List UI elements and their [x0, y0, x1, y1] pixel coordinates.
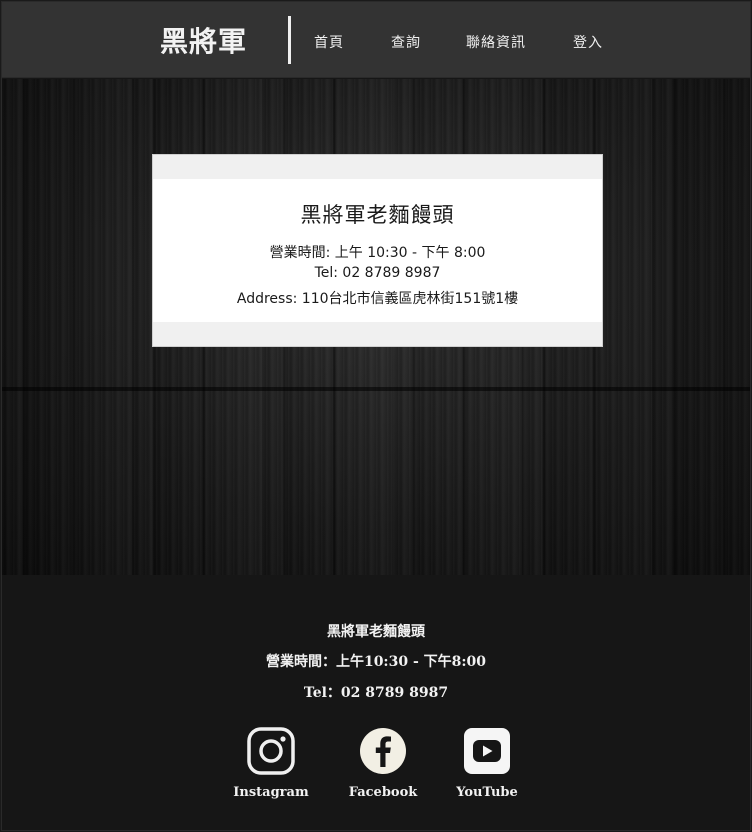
card-hours: 營業時間: 上午 10:30 - 下午 8:00 [269, 245, 486, 261]
site-logo[interactable]: 黑將軍 [160, 20, 247, 60]
youtube-label: YouTube [456, 785, 518, 800]
card-address: Address: 110台北市信義區虎林街151號1樓 [236, 291, 519, 307]
facebook-link[interactable]: Facebook [338, 727, 428, 800]
youtube-icon [464, 728, 510, 774]
card-title: 黑將軍老麵饅頭 [300, 203, 455, 227]
info-card: 黑將軍老麵饅頭 營業時間: 上午 10:30 - 下午 8:00 Tel: 02… [152, 154, 603, 347]
header: 黑將軍 首頁 查詢 聯絡資訊 登入 [2, 2, 750, 78]
instagram-label: Instagram [233, 785, 309, 800]
footer-name: 黑將軍老麵饅頭 [327, 624, 425, 640]
card-tel: Tel: 02 8789 8987 [314, 265, 441, 281]
footer-hours: 營業時間：上午10:30 - 下午8:00 [265, 654, 487, 670]
nav-item-login[interactable]: 登入 [573, 32, 603, 52]
nav-item-contact[interactable]: 聯絡資訊 [466, 32, 526, 52]
page: 黑將軍 首頁 查詢 聯絡資訊 登入 黑將軍老麵饅頭 營業時間: 上午 10:30… [1, 1, 751, 831]
footer: 黑將軍老麵饅頭 營業時間：上午10:30 - 下午8:00 Tel：02 878… [2, 575, 750, 830]
youtube-link[interactable]: YouTube [442, 727, 532, 800]
facebook-icon [360, 728, 406, 774]
info-card-body: 黑將軍老麵饅頭 營業時間: 上午 10:30 - 下午 8:00 Tel: 02… [153, 179, 602, 322]
nav-item-home[interactable]: 首頁 [314, 32, 344, 52]
nav-item-search[interactable]: 查詢 [391, 32, 421, 52]
facebook-label: Facebook [348, 785, 418, 800]
instagram-link[interactable]: Instagram [226, 727, 316, 800]
header-divider [288, 16, 291, 64]
wood-seam [2, 387, 750, 391]
footer-tel: Tel：02 8789 8987 [303, 685, 449, 701]
instagram-icon [247, 727, 295, 775]
